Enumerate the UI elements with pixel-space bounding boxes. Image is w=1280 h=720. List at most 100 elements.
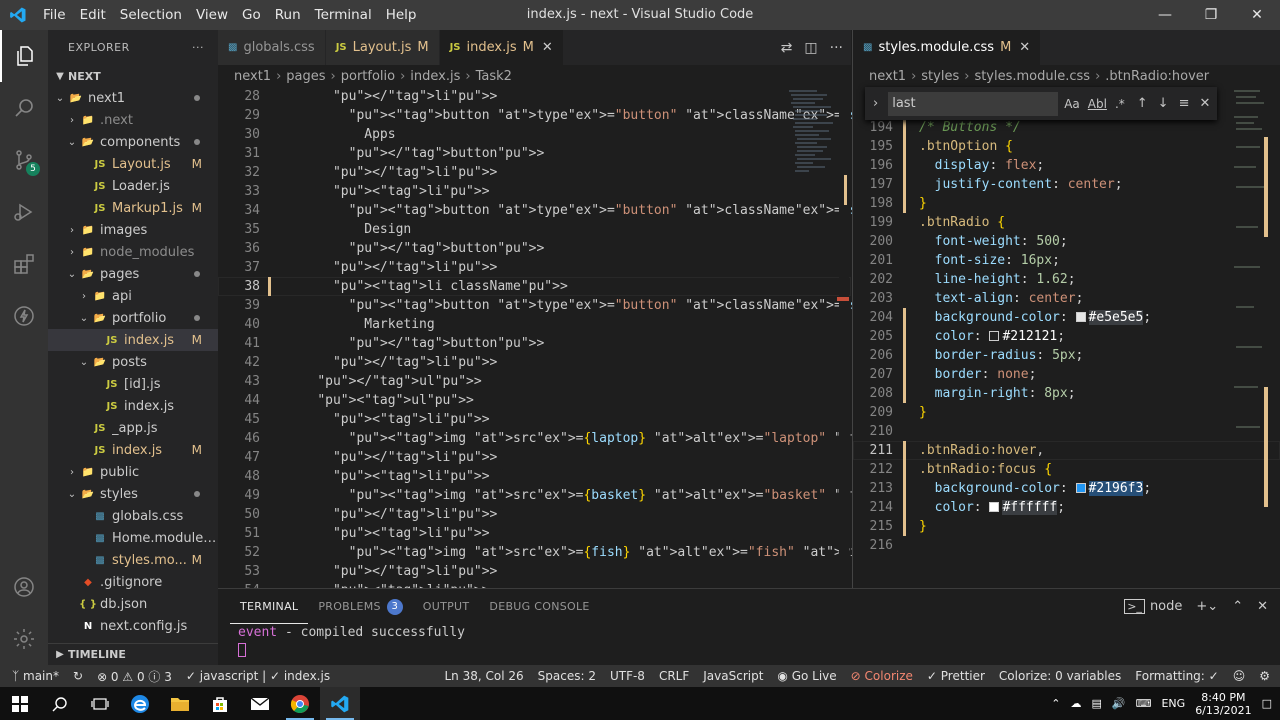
close-find-icon[interactable]: ✕ xyxy=(1199,96,1210,111)
tree-item[interactable]: ◆ .gitignore xyxy=(48,571,218,593)
menu-item-help[interactable]: Help xyxy=(379,0,424,30)
tree-item[interactable]: Nnext.config.js xyxy=(48,615,218,637)
tree-item[interactable]: JS index.js M xyxy=(48,329,218,351)
formatting-status[interactable]: Formatting: ✓ xyxy=(1135,669,1218,683)
more-actions-icon[interactable]: ··· xyxy=(830,40,843,56)
encoding[interactable]: UTF-8 xyxy=(610,669,645,683)
tree-item[interactable]: ▩ globals.css xyxy=(48,505,218,527)
settings-gear-icon[interactable] xyxy=(0,613,48,665)
chrome-icon[interactable] xyxy=(280,687,320,720)
tree-item[interactable]: JS _app.js xyxy=(48,417,218,439)
lightning-icon[interactable] xyxy=(0,290,48,342)
end-of-line[interactable]: CRLF xyxy=(659,669,689,683)
search-icon[interactable] xyxy=(0,82,48,134)
breadcrumb-item[interactable]: styles.module.css xyxy=(974,69,1090,84)
indentation[interactable]: Spaces: 2 xyxy=(538,669,596,683)
volume-icon[interactable]: 🔊 xyxy=(1112,697,1126,710)
close-window-button[interactable]: ✕ xyxy=(1234,0,1280,30)
close-tab-icon[interactable]: ✕ xyxy=(542,40,553,55)
tree-item[interactable]: JS index.js xyxy=(48,395,218,417)
keyboard-lang-icon[interactable]: ⌨ xyxy=(1136,697,1152,710)
maximize-button[interactable]: ❐ xyxy=(1188,0,1234,30)
match-whole-word-button[interactable]: Abl xyxy=(1088,97,1107,111)
tree-item[interactable]: › 📁 public xyxy=(48,461,218,483)
explorer-icon[interactable] xyxy=(0,30,48,82)
tree-item[interactable]: ⌄ 📂 next1 xyxy=(48,87,218,109)
task-view-icon[interactable] xyxy=(80,687,120,720)
use-regex-button[interactable]: .* xyxy=(1115,97,1125,111)
split-editor-icon[interactable]: ◫ xyxy=(804,40,817,56)
tree-item[interactable]: JS Loader.js xyxy=(48,175,218,197)
colorize-button[interactable]: ⊘ Colorize xyxy=(851,669,913,683)
tree-item[interactable]: JS Layout.js M xyxy=(48,153,218,175)
find-in-selection-icon[interactable]: ≡ xyxy=(1179,96,1190,111)
vertical-scrollbar[interactable] xyxy=(837,87,851,587)
clock[interactable]: 8:40 PM 6/13/2021 xyxy=(1195,691,1251,717)
new-terminal-icon[interactable]: +⌄ xyxy=(1196,599,1218,614)
breadcrumb-item[interactable]: next1 xyxy=(234,69,271,84)
close-tab-icon[interactable]: ✕ xyxy=(1019,40,1030,55)
minimap-right[interactable] xyxy=(1230,87,1280,567)
menu-item-edit[interactable]: Edit xyxy=(73,0,113,30)
problems-indicator[interactable]: ⊗ 0 ⚠ 0 ⓘ 3 xyxy=(97,668,172,685)
menu-item-selection[interactable]: Selection xyxy=(113,0,189,30)
breadcrumb-item[interactable]: styles xyxy=(921,69,959,84)
toggle-replace-icon[interactable]: › xyxy=(873,96,878,111)
tree-item[interactable]: ⌄ 📂 components xyxy=(48,131,218,153)
tree-item[interactable]: › 📁 images xyxy=(48,219,218,241)
file-explorer-icon[interactable] xyxy=(160,687,200,720)
menu-item-run[interactable]: Run xyxy=(268,0,308,30)
terminal-select[interactable]: >_ node xyxy=(1124,599,1182,614)
input-language[interactable]: ENG xyxy=(1161,697,1185,710)
sync-icon[interactable]: ↻ xyxy=(73,669,83,683)
css-code-editor[interactable]: 193194/* Buttons */195.btnOption {196 di… xyxy=(853,99,1280,555)
cloud-icon[interactable]: ☁ xyxy=(1070,697,1081,710)
feedback-icon[interactable]: ☺ xyxy=(1233,669,1246,683)
tree-item[interactable]: ⌄ 📂 pages xyxy=(48,263,218,285)
tab-globals-css[interactable]: ▩ globals.css xyxy=(218,30,326,65)
tree-item[interactable]: JS index.js M xyxy=(48,439,218,461)
search-icon[interactable] xyxy=(40,687,80,720)
tree-item[interactable]: ▩ Home.module.... xyxy=(48,527,218,549)
tab-index-js[interactable]: JS index.js M ✕ xyxy=(439,30,564,65)
menu-item-terminal[interactable]: Terminal xyxy=(308,0,379,30)
colorize-variables[interactable]: Colorize: 0 variables xyxy=(999,669,1121,683)
tree-item[interactable]: ⌄ 📂 portfolio xyxy=(48,307,218,329)
tree-item[interactable]: { } db.json xyxy=(48,593,218,615)
prettier-button[interactable]: ✓ Prettier xyxy=(927,669,985,683)
terminal-output[interactable]: event - compiled successfully xyxy=(218,624,1280,658)
tree-item[interactable]: ▩ styles.mo... M xyxy=(48,549,218,571)
branch-indicator[interactable]: ᛉ main* xyxy=(12,669,59,683)
tree-item[interactable]: ⌄ 📂 styles xyxy=(48,483,218,505)
breadcrumb-item[interactable]: portfolio xyxy=(341,69,395,84)
workspace-section-header[interactable]: ▼ NEXT xyxy=(48,65,218,87)
minimap[interactable] xyxy=(787,87,837,182)
menu-item-view[interactable]: View xyxy=(189,0,235,30)
maximize-panel-icon[interactable]: ⌃ xyxy=(1232,599,1243,614)
tab-problems[interactable]: PROBLEMS 3 xyxy=(308,589,412,624)
run-debug-icon[interactable] xyxy=(0,186,48,238)
breadcrumb-item[interactable]: Task2 xyxy=(476,69,512,84)
vscode-taskbar-icon[interactable] xyxy=(320,687,360,720)
chevron-up-icon[interactable]: ⌃ xyxy=(1051,697,1060,710)
menu-item-go[interactable]: Go xyxy=(235,0,268,30)
tab-debug-console[interactable]: DEBUG CONSOLE xyxy=(479,589,599,624)
tab-styles-module-css[interactable]: ▩ styles.module.css M ✕ xyxy=(853,30,1042,65)
tab-output[interactable]: OUTPUT xyxy=(413,589,480,624)
extensions-icon[interactable] xyxy=(0,238,48,290)
tab-terminal[interactable]: TERMINAL xyxy=(230,589,309,624)
start-button[interactable] xyxy=(0,687,40,720)
tree-item[interactable]: › 📁 api xyxy=(48,285,218,307)
notifications-bell-icon[interactable]: ⚙ xyxy=(1259,669,1270,683)
language-mode[interactable]: JavaScript xyxy=(703,669,763,683)
mail-icon[interactable] xyxy=(240,687,280,720)
store-icon[interactable] xyxy=(200,687,240,720)
previous-match-icon[interactable]: ↑ xyxy=(1137,96,1148,111)
notifications-icon[interactable]: □ xyxy=(1262,697,1272,710)
code-editor[interactable]: 28 "pu"></"tag">li"pu">> 29 "pu"><"tag">b… xyxy=(218,87,1241,600)
tree-item[interactable]: JS [id].js xyxy=(48,373,218,395)
language-check[interactable]: ✓ javascript | ✓ index.js xyxy=(186,669,330,683)
go-live-button[interactable]: ◉ Go Live xyxy=(777,669,836,683)
more-actions-icon[interactable]: ··· xyxy=(192,41,204,54)
menu-item-file[interactable]: File xyxy=(36,0,73,30)
